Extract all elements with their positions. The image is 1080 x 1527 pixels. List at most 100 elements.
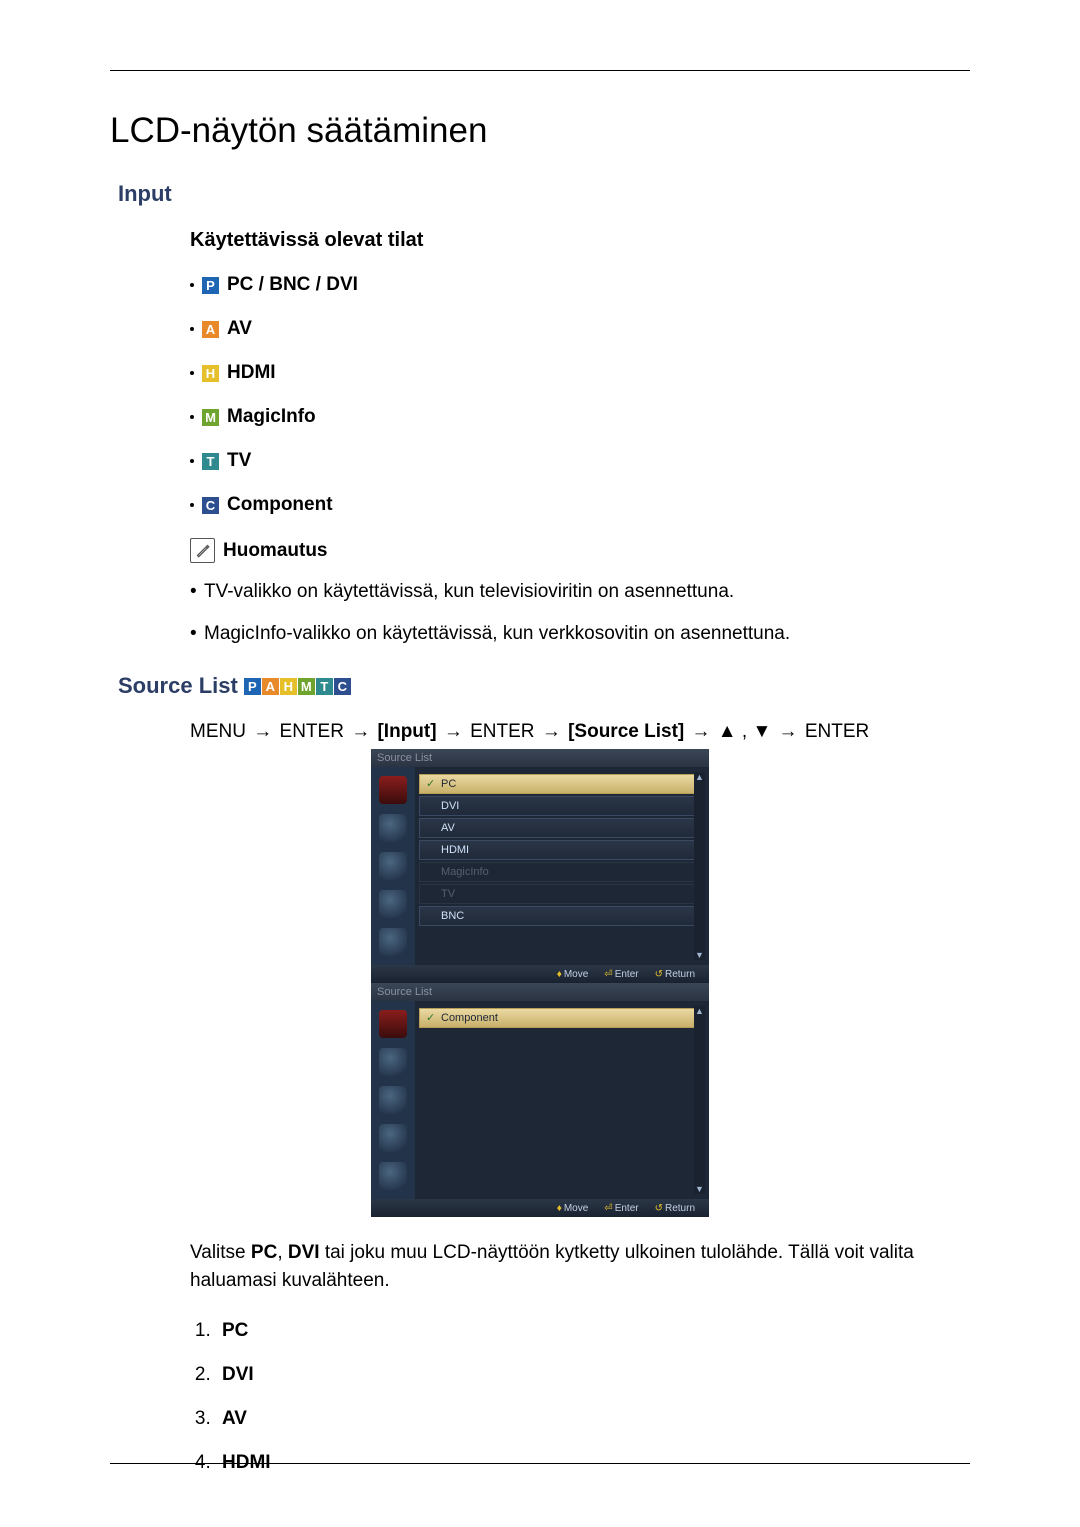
osd-title: Source List [371,749,709,767]
osd-item-label: Component [441,1012,498,1024]
osd-item-label: DVI [441,800,459,812]
bottom-divider [110,1463,970,1464]
osd-item-av: AV [419,818,705,838]
bullet-icon: • [190,581,194,603]
osd-main: Component ▲ ▼ [415,1001,709,1199]
nav-step: ENTER [470,721,534,742]
nav-step: ENTER [280,721,344,742]
osd-side-icon [379,852,407,880]
badge-c-icon: C [334,678,351,695]
badge-h-icon: H [202,365,219,382]
badge-p-icon: P [244,678,261,695]
osd-side-icon [379,1010,407,1038]
notes-list: • TV-valikko on käytettävissä, kun telev… [190,581,970,645]
para-text: Valitse [190,1242,251,1263]
osd-item-component: Component [419,1008,705,1028]
badge-a-icon: A [262,678,279,695]
osd-footer-return: ↺Return [655,969,695,980]
osd-item-pc: PC [419,774,705,794]
osd-side-icon [379,1086,407,1114]
osd-footer-label: Move [564,969,588,980]
osd-footer-move: ♦Move [557,1203,589,1214]
mode-label: MagicInfo [227,406,316,428]
mode-label: AV [227,318,252,340]
osd-footer-move: ♦Move [557,969,589,980]
osd-side-icon [379,1162,407,1190]
list-item: DVI [216,1364,970,1386]
osd-footer-label: Move [564,1203,588,1214]
osd-item-label: HDMI [441,844,469,856]
bullet-icon [190,415,194,419]
badge-c-icon: C [202,497,219,514]
note-item: • MagicInfo-valikko on käytettävissä, ku… [190,623,970,645]
osd-item-label: BNC [441,910,464,922]
osd-main: PC DVI AV HDMI MagicInfo TV BNC ▲ ▼ [415,767,709,965]
mode-label: TV [227,450,251,472]
osd-footer-enter: ⏎Enter [604,1203,638,1214]
badge-a-icon: A [202,321,219,338]
mode-label: PC / BNC / DVI [227,274,358,296]
osd-scrollbar: ▲ ▼ [694,1006,705,1194]
list-item: AV [216,1408,970,1430]
osd-scrollbar: ▲ ▼ [694,772,705,960]
return-icon: ↺ [655,969,663,980]
top-divider [110,70,970,71]
nav-step: ENTER [805,721,869,742]
down-arrow-icon: ▼ [695,1184,704,1194]
mode-label: HDMI [227,362,276,384]
osd-side-icon [379,890,407,918]
modes-list: P PC / BNC / DVI A AV H HDMI M MagicInfo… [190,274,970,516]
osd-side-icon [379,1048,407,1076]
osd-item-label: TV [441,888,455,900]
osd-item-hdmi: HDMI [419,840,705,860]
osd-footer: ♦Move ⏎Enter ↺Return [371,965,709,983]
move-icon: ♦ [557,969,562,980]
osd-item-tv: TV [419,884,705,904]
note-text: MagicInfo-valikko on käytettävissä, kun … [204,623,790,645]
mode-av: A AV [190,318,970,340]
mode-pc: P PC / BNC / DVI [190,274,970,296]
badge-p-icon: P [202,277,219,294]
check-icon [426,845,436,855]
badge-t-icon: T [316,678,333,695]
osd-side-icon [379,776,407,804]
list-item: PC [216,1320,970,1342]
document-page: LCD-näytön säätäminen Input Käytettäviss… [0,0,1080,1527]
osd-footer: ♦Move ⏎Enter ↺Return [371,1199,709,1217]
down-arrow-icon: ▼ [695,950,704,960]
osd-panel-1: Source List PC DVI AV HDMI MagicInfo TV … [371,749,709,983]
check-icon [426,867,436,877]
check-icon [426,911,436,921]
osd-side-icon [379,928,407,956]
osd-footer-return: ↺Return [655,1203,695,1214]
para-bold: DVI [288,1242,320,1263]
mode-hdmi: H HDMI [190,362,970,384]
source-list-heading: Source List [118,673,238,699]
osd-body: Component ▲ ▼ [371,1001,709,1199]
bullet-icon [190,371,194,375]
check-icon [426,1013,436,1023]
osd-item-label: MagicInfo [441,866,489,878]
source-list-heading-row: Source List P A H M T C [118,673,970,699]
note-heading-row: Huomautus [190,538,970,563]
enter-icon: ⏎ [604,969,612,980]
osd-item-label: AV [441,822,455,834]
nav-step: [Source List] [568,721,684,742]
bullet-icon [190,503,194,507]
osd-side-icons [371,767,415,965]
osd-item-bnc: BNC [419,906,705,926]
osd-footer-label: Enter [615,969,639,980]
osd-body: PC DVI AV HDMI MagicInfo TV BNC ▲ ▼ [371,767,709,965]
osd-side-icons [371,1001,415,1199]
return-icon: ↺ [655,1203,663,1214]
arrow-icon: → [690,721,713,742]
badge-m-icon: M [202,409,219,426]
mode-magicinfo: M MagicInfo [190,406,970,428]
source-description: Valitse PC, DVI tai joku muu LCD-näyttöö… [190,1239,970,1294]
mode-tv: T TV [190,450,970,472]
bullet-icon [190,327,194,331]
bullet-icon: • [190,623,194,645]
osd-footer-label: Return [665,1203,695,1214]
enter-icon: ⏎ [604,1203,612,1214]
up-arrow-icon: ▲ [695,1006,704,1016]
